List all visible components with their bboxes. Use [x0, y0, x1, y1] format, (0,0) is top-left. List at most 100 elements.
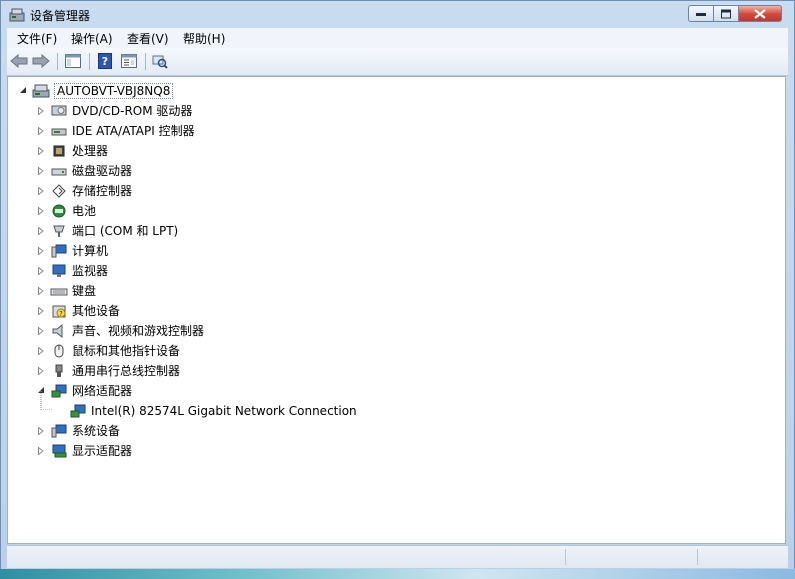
menu-action[interactable]: 操作(A)	[71, 30, 113, 47]
status-bar	[7, 545, 788, 568]
toolbar-separator	[57, 53, 58, 70]
toolbar-separator	[145, 53, 146, 70]
status-separator	[565, 549, 566, 565]
expand-arrow-icon[interactable]	[36, 246, 46, 256]
expand-arrow-icon[interactable]	[36, 366, 46, 376]
properties-button[interactable]	[119, 52, 139, 70]
expand-arrow-icon[interactable]	[36, 306, 46, 316]
tree-category-item[interactable]: 端口 (COM 和 LPT)	[36, 221, 178, 240]
tree-category-item[interactable]: 系统设备	[36, 421, 120, 440]
close-button[interactable]	[738, 5, 782, 22]
expand-arrow-icon[interactable]	[36, 126, 46, 136]
mouse-icon	[50, 343, 68, 359]
maximize-icon	[721, 9, 731, 18]
minimize-button[interactable]	[688, 5, 713, 22]
expand-arrow-icon[interactable]	[36, 426, 46, 436]
back-button[interactable]	[9, 52, 29, 70]
menu-view[interactable]: 查看(V)	[127, 30, 169, 47]
sound-icon	[50, 323, 68, 339]
menu-bar: 文件(F) 操作(A) 查看(V) 帮助(H)	[7, 28, 788, 49]
window-title: 设备管理器	[30, 9, 91, 23]
expand-arrow-icon[interactable]	[36, 346, 46, 356]
computer-name: AUTOBVT-VBJ8NQ8	[54, 82, 174, 99]
tree-item-label: IDE ATA/ATAPI 控制器	[72, 124, 195, 138]
expand-arrow-icon[interactable]	[36, 166, 46, 176]
menu-file[interactable]: 文件(F)	[17, 30, 57, 47]
tree-category-item[interactable]: 键盘	[36, 281, 96, 300]
disk-drive-icon	[50, 163, 68, 179]
ide-controller-icon	[50, 123, 68, 139]
tree-item-label: DVD/CD-ROM 驱动器	[72, 104, 193, 118]
back-arrow-icon	[10, 54, 28, 68]
console-tree-icon	[65, 54, 81, 68]
tree-item-label: 处理器	[72, 144, 109, 158]
tree-item-label: Intel(R) 82574L Gigabit Network Connecti…	[91, 403, 357, 418]
tree-category-item[interactable]: 声音、视频和游戏控制器	[36, 321, 204, 340]
toolbar: ?	[7, 48, 788, 76]
tree-category-item[interactable]: 监视器	[36, 261, 108, 280]
tree-item-label: 磁盘驱动器	[72, 164, 133, 178]
monitor-icon	[50, 263, 68, 279]
tree-category-item[interactable]: 处理器	[36, 141, 108, 160]
tree-item-label: 鼠标和其他指针设备	[72, 344, 181, 358]
status-separator	[697, 549, 698, 565]
tree-category-item[interactable]: ? 其他设备	[36, 301, 120, 320]
help-icon: ?	[98, 53, 112, 69]
properties-icon	[121, 54, 137, 68]
tree-item-label: 声音、视频和游戏控制器	[72, 324, 205, 338]
storage-controller-icon	[50, 183, 68, 199]
tree-category-item[interactable]: IDE ATA/ATAPI 控制器	[36, 121, 195, 140]
tree-category-item[interactable]: 计算机	[36, 241, 108, 260]
tree-category-item[interactable]: 磁盘驱动器	[36, 161, 132, 180]
tree-root[interactable]: AUTOBVT-VBJ8NQ8	[18, 81, 174, 100]
scan-hardware-icon	[152, 55, 168, 69]
desktop-background-strip	[0, 569, 795, 579]
unknown-device-icon: ?	[50, 303, 68, 319]
expand-arrow-icon[interactable]	[36, 106, 46, 116]
expand-arrow-icon[interactable]	[36, 146, 46, 156]
window-controls	[688, 5, 782, 23]
processor-icon	[50, 143, 68, 159]
expand-arrow-icon[interactable]	[36, 446, 46, 456]
collapse-arrow-icon[interactable]	[18, 86, 28, 96]
battery-icon	[50, 203, 68, 219]
tree-device-item[interactable]: Intel(R) 82574L Gigabit Network Connecti…	[40, 391, 357, 420]
tree-item-label: 通用串行总线控制器	[72, 364, 181, 378]
tree-item-label: 其他设备	[72, 304, 121, 318]
network-card-icon	[69, 403, 87, 419]
tree-category-item[interactable]: DVD/CD-ROM 驱动器	[36, 101, 192, 120]
help-button[interactable]: ?	[95, 52, 115, 70]
tree-item-label: 系统设备	[72, 424, 121, 438]
expand-arrow-icon[interactable]	[36, 226, 46, 236]
computer-root-icon	[32, 83, 50, 99]
tree-category-item[interactable]: 存储控制器	[36, 181, 132, 200]
menu-help[interactable]: 帮助(H)	[183, 30, 225, 47]
forward-arrow-icon	[32, 54, 50, 68]
keyboard-icon	[50, 283, 68, 299]
tree-category-item[interactable]: 电池	[36, 201, 96, 220]
svg-text:?: ?	[102, 55, 108, 68]
tree-category-item[interactable]: 鼠标和其他指针设备	[36, 341, 180, 360]
computer-icon	[50, 243, 68, 259]
tree-item-label: 存储控制器	[72, 184, 133, 198]
expand-arrow-icon[interactable]	[36, 266, 46, 276]
device-tree[interactable]: AUTOBVT-VBJ8NQ8 DVD/CD-ROM 驱动器 IDE ATA/AT…	[7, 76, 786, 544]
dvd-drive-icon	[50, 103, 68, 119]
expand-arrow-icon[interactable]	[36, 286, 46, 296]
title-bar[interactable]: 设备管理器	[1, 1, 794, 29]
expand-arrow-icon[interactable]	[36, 326, 46, 336]
tree-category-item[interactable]: 通用串行总线控制器	[36, 361, 180, 380]
maximize-button[interactable]	[713, 5, 738, 22]
tree-item-label: 显示适配器	[72, 444, 133, 458]
device-manager-window: 设备管理器 文件(F) 操作(A) 查看(V) 帮助(H) ? AUTOBVT-…	[0, 0, 795, 579]
forward-button[interactable]	[31, 52, 51, 70]
tree-item-label: 网络适配器	[72, 384, 133, 398]
scan-hardware-button[interactable]	[150, 52, 170, 70]
show-hide-console-tree-button[interactable]	[63, 52, 83, 70]
minimize-icon	[696, 12, 706, 16]
system-device-icon	[50, 423, 68, 439]
expand-arrow-icon[interactable]	[36, 186, 46, 196]
device-manager-icon	[9, 8, 25, 22]
expand-arrow-icon[interactable]	[36, 206, 46, 216]
tree-category-item[interactable]: 显示适配器	[36, 441, 132, 460]
